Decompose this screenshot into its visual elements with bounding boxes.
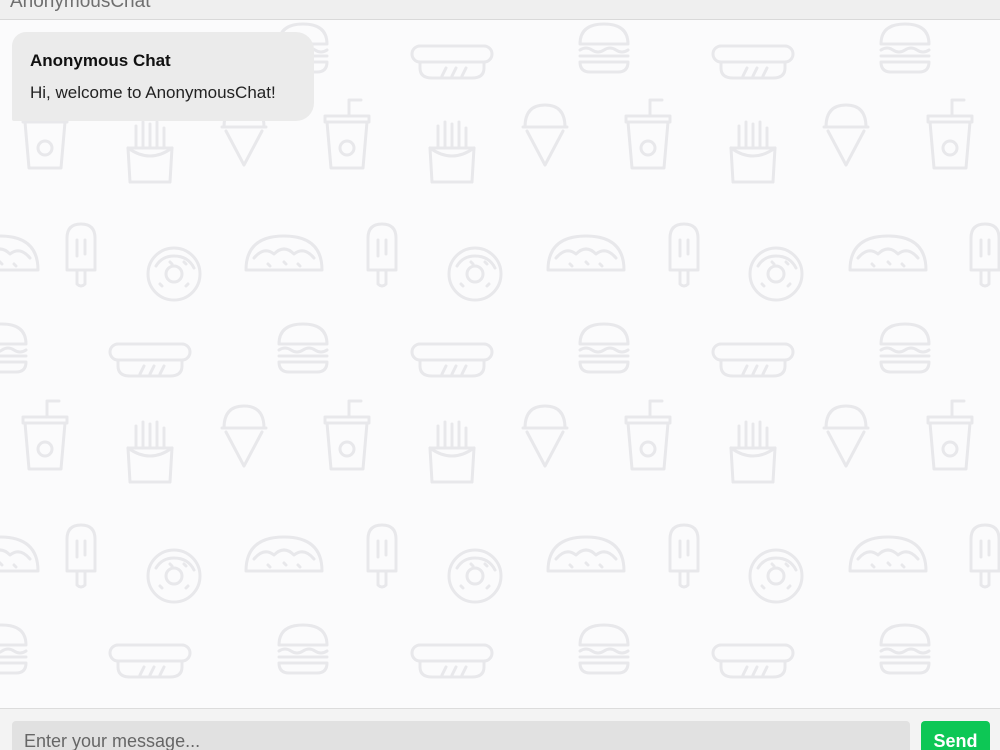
message-text: Hi, welcome to AnonymousChat! [30,83,276,102]
send-button[interactable]: Send [921,721,990,750]
message-sender: Anonymous Chat [30,51,171,70]
message-composer: Send [0,708,1000,750]
chat-messages-area[interactable]: Anonymous Chat Hi, welcome to AnonymousC… [0,20,1000,708]
app-header: AnonymousChat [0,0,1000,20]
app-title: AnonymousChat [10,0,151,12]
food-pattern-background [0,22,1000,679]
message-input[interactable] [12,721,910,750]
chat-message-bubble: Anonymous Chat Hi, welcome to AnonymousC… [12,32,314,121]
chat-app: AnonymousChat Anonymous Chat Hi, welcome… [0,0,1000,750]
